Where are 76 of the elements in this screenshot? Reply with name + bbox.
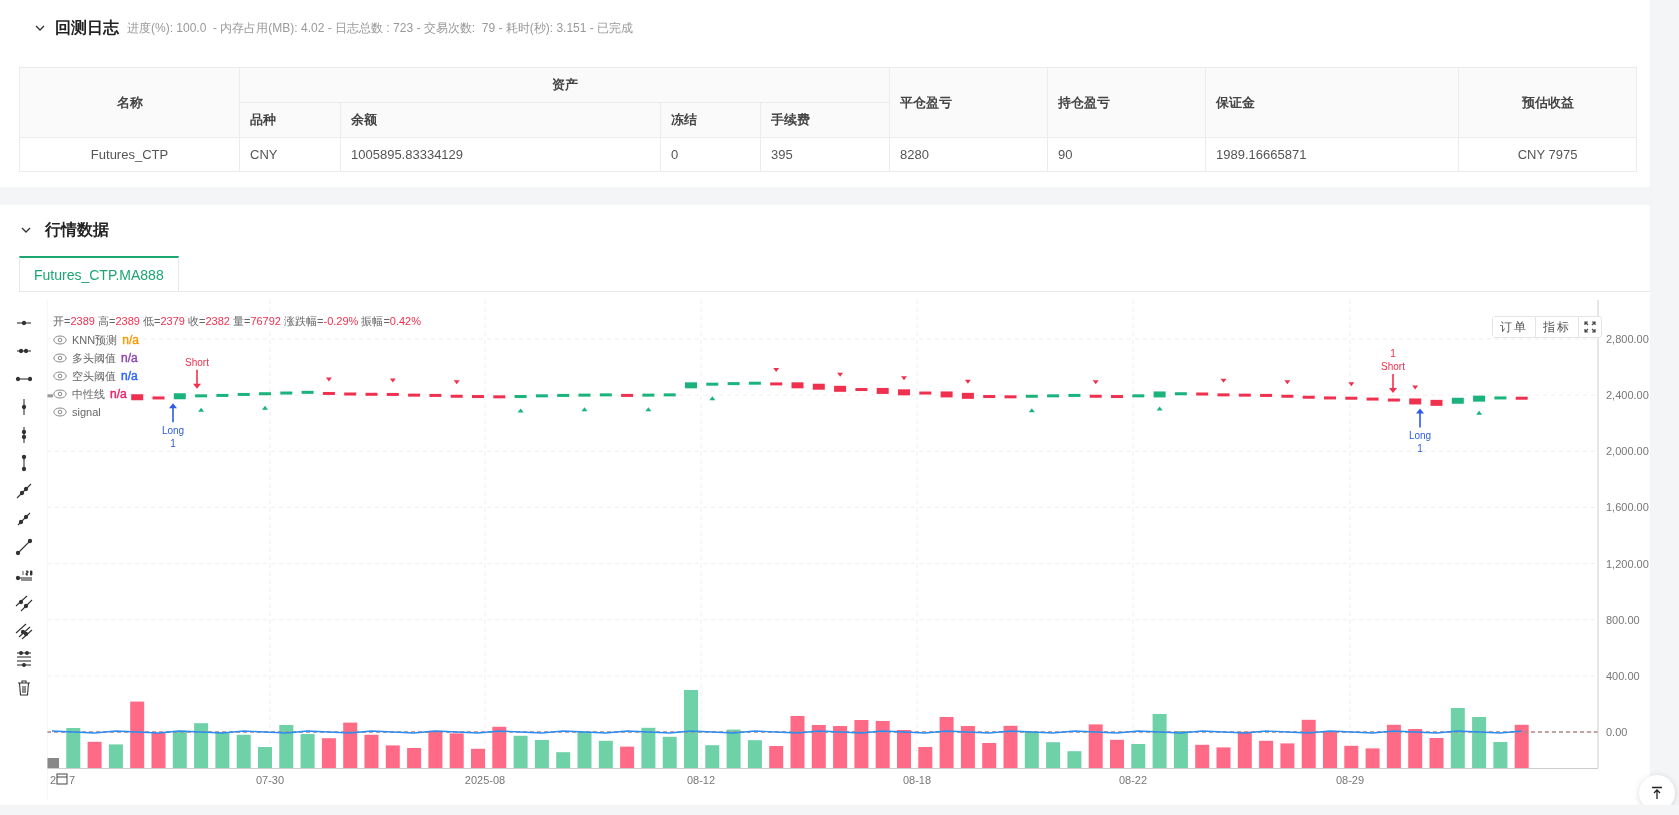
fullscreen-icon[interactable]	[1584, 321, 1596, 333]
x-axis-label: 07-30	[255, 774, 285, 786]
trade-label: Short	[1381, 361, 1405, 373]
legend-label: signal	[72, 406, 101, 418]
trade-label: Short	[185, 356, 209, 368]
ohlc-item: 振幅=0.42%	[361, 315, 422, 327]
section-title: 行情数据	[45, 219, 109, 240]
legend-value: n/a	[122, 333, 139, 347]
x-axis-label: 08-12	[686, 774, 716, 786]
eye-icon[interactable]	[53, 389, 67, 399]
x-axis-label: 08-22	[1118, 774, 1148, 786]
x-axis-label: 08-18	[902, 774, 932, 786]
table-cell: 8280	[889, 137, 1048, 172]
legend-label: 空头阈值	[72, 368, 116, 384]
legend-value: n/a	[121, 369, 138, 383]
eye-icon[interactable]	[53, 335, 67, 345]
x-axis-label: 7	[69, 774, 76, 786]
channel-tool-icon[interactable]	[14, 622, 33, 640]
table-cell: 0	[660, 137, 761, 172]
y-axis-label: 800.00	[1606, 613, 1640, 626]
column-header: 资产	[239, 67, 890, 103]
legend-label: 中性线	[72, 386, 105, 402]
y-axis-label: 2,400.00	[1606, 389, 1649, 402]
ohlc-item: 量=76792	[232, 315, 281, 327]
ray-tool-icon[interactable]	[14, 538, 33, 556]
y-axis-label: 1,600.00	[1606, 501, 1649, 514]
column-header: 保证金	[1205, 67, 1459, 138]
trend-line-tool-icon[interactable]	[14, 482, 33, 500]
legend-value: n/a	[121, 351, 138, 365]
column-header: 平仓盈亏	[889, 67, 1048, 138]
legend-value: n/a	[110, 387, 127, 401]
eye-icon[interactable]	[53, 353, 67, 363]
column-header: 手续费	[760, 102, 890, 138]
ohlc-item: 涨跌幅=-0.29%	[284, 315, 359, 327]
table-cell: CNY 7975	[1458, 137, 1637, 172]
table-cell: CNY	[239, 137, 341, 172]
column-header: 名称	[19, 67, 240, 138]
column-header: 持仓盈亏	[1047, 67, 1206, 138]
x-axis-label: 2025-08	[464, 774, 506, 786]
trade-count: 1	[1390, 348, 1396, 360]
progress-summary: 进度(%): 100.0 - 内存占用(MB): 4.02 - 日志总数 : 723 - 交易次数: 79 - 耗时(秒): 3.151 - 已完成	[127, 19, 634, 37]
y-axis-label: 2,000.00	[1606, 445, 1649, 458]
eye-icon[interactable]	[53, 407, 67, 417]
trade-count: 1	[170, 438, 176, 450]
ohlc-item: 收=2382	[187, 315, 230, 327]
column-header: 品种	[239, 102, 341, 138]
trade-label: Long	[1408, 430, 1432, 442]
trade-count: 1	[1417, 443, 1423, 455]
x-axis-label: 08-29	[1335, 774, 1365, 786]
chart-button[interactable]: 订单	[1493, 317, 1536, 337]
column-header: 冻结	[660, 102, 761, 138]
calendar-icon[interactable]	[56, 773, 68, 785]
ohlc-item: 高=2389	[98, 315, 140, 327]
table-cell: 1989.16665871	[1205, 137, 1459, 172]
ohlc-item: 低=2379	[142, 315, 185, 327]
legend-label: KNN预测	[72, 332, 118, 348]
table-cell: 395	[760, 137, 890, 172]
x-axis-label: 2	[50, 774, 57, 786]
y-axis-label: 400.00	[1606, 669, 1640, 682]
trade-label: Long	[161, 425, 185, 437]
arrow-up-icon	[1650, 786, 1664, 800]
table-cell: 90	[1047, 137, 1206, 172]
ohlc-item: 开=2389	[53, 315, 95, 327]
column-header: 余额	[340, 102, 661, 138]
scroll-top-button[interactable]	[1639, 775, 1675, 805]
column-header: 预估收益	[1458, 67, 1637, 138]
y-axis-label: 2,800.00	[1606, 333, 1649, 345]
eye-icon[interactable]	[53, 371, 67, 381]
table-cell: Futures_CTP	[19, 137, 240, 172]
table-cell: 1005895.83334129	[340, 137, 661, 172]
y-axis-label: 0.00	[1606, 726, 1628, 738]
parallel-lines-tool-icon[interactable]	[14, 594, 33, 612]
section-title: 回测日志	[55, 17, 119, 38]
legend-label: 多头阈值	[72, 350, 116, 366]
y-axis-label: 1,200.00	[1606, 557, 1649, 570]
horizontal-lines-tool-icon[interactable]	[14, 650, 33, 668]
